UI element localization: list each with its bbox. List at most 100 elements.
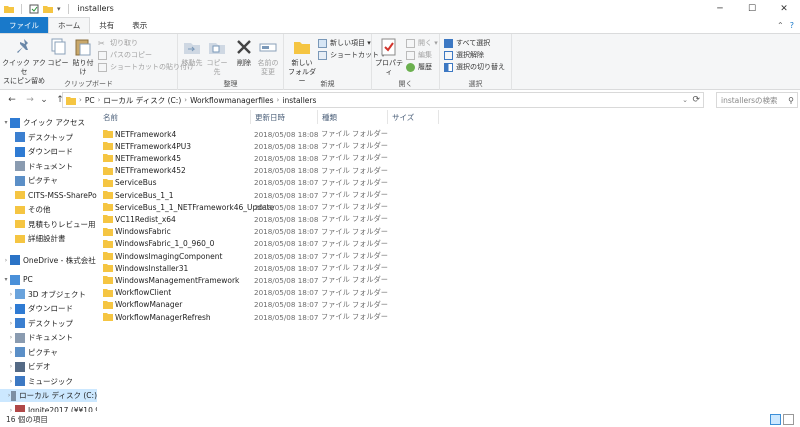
nav-item[interactable]: ▾ クイック アクセス <box>0 116 85 129</box>
nav-item[interactable]: ▾ PC <box>0 273 33 286</box>
table-row[interactable]: NETFramework4 2018/05/08 18:08 ファイル フォルダー <box>99 128 439 140</box>
nav-item[interactable]: › ダウンロード <box>0 302 73 315</box>
nav-item[interactable]: › ローカル ディスク (C:) <box>0 389 97 402</box>
history-button[interactable]: 履歴 <box>406 62 432 72</box>
forward-button[interactable]: → <box>24 95 36 105</box>
table-row[interactable]: WindowsFabric_1_0_960_0 2018/05/08 18:07 フ… <box>99 238 439 250</box>
table-row[interactable]: WindowsFabric 2018/05/08 18:07 ファイル フォルダー <box>99 226 439 238</box>
table-row[interactable]: WorkflowManager 2018/05/08 18:07 ファイル フォルダ… <box>99 299 439 311</box>
copy-path-button[interactable]: パスのコピー <box>98 50 152 60</box>
address-bar[interactable]: › PC › ローカル ディスク (C:) › Workflowmanagerf… <box>62 92 704 108</box>
nav-item-label: デスクトップ <box>28 318 73 328</box>
open-button[interactable]: 開く ▾ <box>406 38 438 48</box>
table-row[interactable]: ServiceBus_1_1 2018/05/08 18:07 ファイル フォルダー <box>99 189 439 201</box>
select-none-button[interactable]: 選択解除 <box>444 50 484 60</box>
nav-item[interactable]: › ピクチャ <box>0 346 58 359</box>
table-row[interactable]: NETFramework45 2018/05/08 18:08 ファイル フォルダー <box>99 152 439 164</box>
file-type: ファイル フォルダー <box>321 275 388 285</box>
search-input[interactable]: installersの検索 ⚲ <box>716 92 798 108</box>
file-date: 2018/05/08 18:08 <box>254 214 319 224</box>
table-row[interactable]: ServiceBus 2018/05/08 18:07 ファイル フォルダー <box>99 177 439 189</box>
table-row[interactable]: NETFramework4PU3 2018/05/08 18:08 ファイル フォル… <box>99 140 439 152</box>
copy-to-button[interactable]: コピー先 <box>204 37 230 77</box>
move-to-button[interactable]: 移動先 <box>180 37 204 68</box>
help-button[interactable]: ? <box>790 21 794 30</box>
table-row[interactable]: VC11Redist_x64 2018/05/08 18:08 ファイル フォルダー <box>99 213 439 225</box>
maximize-button[interactable]: ☐ <box>736 0 768 17</box>
delete-button[interactable]: 削除 <box>234 37 254 68</box>
details-view-icon[interactable] <box>770 414 781 425</box>
properties-button[interactable]: プロパティ <box>375 37 403 77</box>
nav-item-label: 詳細設計書 <box>28 234 66 243</box>
nav-item-label: ビデオ <box>28 362 51 371</box>
tab-view[interactable]: 表示 <box>123 17 156 33</box>
table-row[interactable]: NETFramework452 2018/05/08 18:08 ファイル フォルダ… <box>99 165 439 177</box>
breadcrumb-installers[interactable]: installers <box>282 96 316 105</box>
tab-home[interactable]: ホーム <box>48 17 91 33</box>
nav-item[interactable]: ダウンロード ⊸ <box>0 145 73 158</box>
copy-button[interactable]: コピー <box>46 37 70 68</box>
recent-locations-button[interactable]: ⌄ <box>38 95 50 105</box>
collapse-ribbon-button[interactable]: ⌃ <box>777 21 784 30</box>
properties-icon[interactable] <box>29 4 39 14</box>
new-item-button[interactable]: 新しい項目 ▾ <box>318 38 371 48</box>
nav-item[interactable]: › ビデオ <box>0 360 51 373</box>
back-button[interactable]: ← <box>6 95 18 105</box>
tab-file[interactable]: ファイル <box>0 17 48 33</box>
column-header-size[interactable]: サイズ <box>388 110 439 124</box>
nav-item[interactable]: 見積もりレビュー用 <box>0 218 96 231</box>
expand-chevron-icon[interactable]: ▾ <box>2 119 10 126</box>
expand-chevron-icon[interactable]: › <box>7 320 15 327</box>
close-button[interactable]: ✕ <box>768 0 800 17</box>
column-header-date[interactable]: 更新日時 <box>251 110 318 124</box>
table-row[interactable]: ServiceBus_1_1_NETFramework46_Update 2018… <box>99 201 439 213</box>
breadcrumb-pc[interactable]: PC <box>85 96 95 105</box>
properties-icon <box>381 38 396 56</box>
expand-chevron-icon[interactable]: › <box>7 363 15 370</box>
edit-button[interactable]: 編集 <box>406 50 432 60</box>
table-row[interactable]: WorkflowClient 2018/05/08 18:07 ファイル フォルダー <box>99 287 439 299</box>
expand-chevron-icon[interactable]: › <box>7 378 15 385</box>
file-date: 2018/05/08 18:07 <box>254 202 319 212</box>
refresh-icon[interactable]: ⟳ <box>692 95 700 105</box>
desktop-icon <box>15 318 25 328</box>
nav-item[interactable]: その他 <box>0 203 51 216</box>
address-dropdown-icon[interactable]: ⌄ <box>682 96 688 104</box>
table-row[interactable]: WorkflowManagerRefresh 2018/05/08 18:07 ファ… <box>99 311 439 323</box>
expand-chevron-icon[interactable]: › <box>7 291 15 298</box>
column-header-type[interactable]: 種類 <box>318 110 388 124</box>
nav-item[interactable]: CITS-MSS-SharePoi <box>0 189 97 202</box>
nav-item[interactable]: ドキュメント ⊸ <box>0 160 73 173</box>
table-row[interactable]: WindowsInstaller31 2018/05/08 18:07 ファイル フ… <box>99 262 439 274</box>
nav-item[interactable]: › OneDrive - 株式会社 <box>0 254 96 267</box>
nav-item[interactable]: 詳細設計書 <box>0 232 66 245</box>
breadcrumb-local-disk[interactable]: ローカル ディスク (C:) <box>103 95 181 106</box>
large-icons-view-icon[interactable] <box>783 414 794 425</box>
expand-chevron-icon[interactable]: › <box>7 334 15 341</box>
tab-share[interactable]: 共有 <box>90 17 123 33</box>
nav-item[interactable]: › Ignite2017 (¥¥10.9 <box>0 404 97 412</box>
pin-icon <box>17 39 28 53</box>
nav-item[interactable]: ピクチャ ⊸ <box>0 174 58 187</box>
table-row[interactable]: WindowsImagingComponent 2018/05/08 18:07 フ… <box>99 250 439 262</box>
nav-item[interactable]: › ミュージック <box>0 375 73 388</box>
minimize-button[interactable]: ─ <box>704 0 736 17</box>
expand-chevron-icon[interactable]: › <box>2 257 10 264</box>
expand-chevron-icon[interactable]: › <box>7 349 15 356</box>
nav-item[interactable]: › ドキュメント <box>0 331 73 344</box>
nav-item[interactable]: デスクトップ ⊸ <box>0 131 73 144</box>
customize-toolbar-icon[interactable]: ▾ <box>57 5 61 13</box>
breadcrumb-workflowmanagerfiles[interactable]: Workflowmanagerfiles <box>190 96 273 105</box>
nav-item[interactable]: › デスクトップ <box>0 317 73 330</box>
cut-button[interactable]: ✂ 切り取り <box>98 38 138 48</box>
expand-chevron-icon[interactable]: ▾ <box>2 276 10 283</box>
expand-chevron-icon[interactable]: › <box>7 305 15 312</box>
select-all-button[interactable]: すべて選択 <box>444 38 490 48</box>
rename-button[interactable]: 名前の 変更 <box>256 37 280 77</box>
new-folder-icon[interactable] <box>43 4 53 14</box>
invert-selection-button[interactable]: 選択の切り替え <box>444 62 505 72</box>
column-header-name[interactable]: 名前 <box>99 110 251 124</box>
nav-item[interactable]: › 3D オブジェクト <box>0 288 86 301</box>
paste-button[interactable]: 貼り付け <box>70 37 96 77</box>
table-row[interactable]: WindowsManagementFramework 2018/05/08 18:… <box>99 274 439 286</box>
